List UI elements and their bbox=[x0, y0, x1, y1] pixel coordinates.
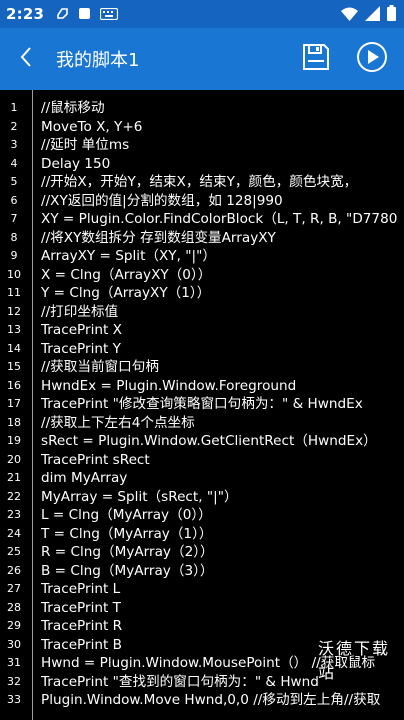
code-line[interactable]: dim MyArray bbox=[41, 469, 404, 488]
status-bar: 2:23 bbox=[0, 0, 404, 28]
line-number: 23 bbox=[7, 508, 21, 521]
code-text-area[interactable]: //鼠标移动 MoveTo X, Y+6//延时 单位ms Delay 150//开… bbox=[41, 99, 404, 710]
chevron-left-icon bbox=[19, 46, 33, 72]
line-number: 26 bbox=[7, 563, 21, 577]
line-number: 24 bbox=[7, 526, 21, 540]
code-line[interactable]: sRect = Plugin.Window.GetClientRect（Hwnd… bbox=[41, 432, 404, 451]
line-number: 17 bbox=[7, 397, 21, 410]
code-line[interactable]: MyArray = Split（sRect, "|"） bbox=[41, 488, 404, 507]
line-number: 14 bbox=[7, 341, 21, 355]
code-line[interactable]: R = Clng（MyArray（2）） bbox=[41, 543, 404, 562]
code-line[interactable]: //获取当前窗口句柄 bbox=[41, 358, 404, 377]
line-number: 6 bbox=[10, 193, 18, 207]
square-notification-icon bbox=[78, 5, 91, 24]
line-number: 32 bbox=[7, 674, 21, 688]
line-number: 31 bbox=[7, 656, 21, 669]
line-number: 20 bbox=[7, 452, 21, 466]
code-line[interactable]: TracePrint T bbox=[41, 599, 404, 618]
code-line[interactable]: T = Clng（MyArray（1）） bbox=[41, 525, 404, 544]
line-number: 21 bbox=[7, 471, 21, 484]
code-line[interactable]: Y = Clng（ArrayXY（1）） bbox=[41, 284, 404, 303]
code-line[interactable]: ArrayXY = Split（XY, "|"） bbox=[41, 247, 404, 266]
signal-icon bbox=[365, 5, 380, 25]
back-button[interactable] bbox=[2, 28, 50, 90]
line-number: 8 bbox=[10, 230, 18, 244]
line-number: 29 bbox=[7, 619, 21, 632]
line-number: 7 bbox=[10, 212, 18, 225]
code-line[interactable]: //将XY数组拆分 存到数组变量ArrayXY bbox=[41, 229, 404, 248]
line-number: 19 bbox=[7, 434, 21, 447]
line-number: 13 bbox=[7, 323, 21, 336]
code-line[interactable]: //XY返回的值|分割的数组，如 128|990 bbox=[41, 192, 404, 211]
code-editor[interactable]: 1 2 3 4 5 6 7 8 9 10 11 12 13 14 15 16 17 18 19 20 21 22 23 24 2… bbox=[0, 90, 404, 720]
line-number-gutter: 1 2 3 4 5 6 7 8 9 10 11 12 13 14 15 16 17 18 19 20 21 22 23 24 2… bbox=[0, 90, 33, 720]
code-line[interactable]: //鼠标移动 bbox=[41, 99, 404, 118]
code-line[interactable]: XY = Plugin.Color.FindColorBlock（L, T, R… bbox=[41, 210, 404, 229]
code-line[interactable]: //开始X，开始Y，结束X，结束Y，颜色，颜色块宽， bbox=[41, 173, 404, 192]
line-number: 27 bbox=[7, 582, 21, 595]
code-line[interactable]: L = Clng（MyArray（0）） bbox=[41, 506, 404, 525]
line-number: 33 bbox=[7, 693, 21, 706]
code-line[interactable]: Plugin.Window.Move Hwnd,0,0 //移动到左上角//获取 bbox=[41, 691, 404, 710]
battery-icon bbox=[387, 5, 396, 25]
line-number: 30 bbox=[7, 637, 21, 651]
code-line[interactable]: B = Clng（MyArray（3）） bbox=[41, 562, 404, 581]
code-line[interactable]: TracePrint X bbox=[41, 321, 404, 340]
code-line[interactable]: MoveTo X, Y+6 bbox=[41, 118, 404, 137]
code-line[interactable]: X = Clng（ArrayXY（0）） bbox=[41, 266, 404, 285]
code-line[interactable]: //获取上下左右4个点坐标 bbox=[41, 414, 404, 433]
line-number: 25 bbox=[7, 545, 21, 558]
line-number: 4 bbox=[10, 156, 18, 170]
code-line[interactable]: //打印坐标值 bbox=[41, 303, 404, 322]
code-line[interactable]: TracePrint sRect bbox=[41, 451, 404, 470]
play-icon bbox=[356, 41, 388, 77]
code-line[interactable]: TracePrint R bbox=[41, 617, 404, 636]
code-line[interactable]: TracePrint "修改查询策略窗口句柄为：" & HwndEx bbox=[41, 395, 404, 414]
floppy-disk-icon bbox=[302, 43, 330, 75]
line-number: 11 bbox=[7, 286, 21, 299]
wifi-icon bbox=[341, 6, 358, 25]
line-number: 5 bbox=[10, 175, 18, 188]
save-button[interactable] bbox=[298, 41, 334, 77]
code-line[interactable]: TracePrint L bbox=[41, 580, 404, 599]
page-title: 我的脚本1 bbox=[56, 50, 140, 71]
line-number: 12 bbox=[7, 304, 21, 318]
status-time: 2:23 bbox=[6, 5, 45, 23]
code-line[interactable]: Delay 150 bbox=[41, 155, 404, 174]
code-line[interactable]: HwndEx = Plugin.Window.Foreground bbox=[41, 377, 404, 396]
watermark: 沃德下载站 bbox=[318, 639, 391, 682]
line-number: 22 bbox=[7, 489, 21, 503]
line-number: 28 bbox=[7, 600, 21, 614]
line-number: 18 bbox=[7, 415, 21, 429]
line-number: 10 bbox=[7, 267, 21, 281]
keyboard-icon bbox=[100, 5, 119, 24]
run-button[interactable] bbox=[354, 41, 390, 77]
notification-shape-icon bbox=[56, 5, 69, 24]
line-number: 9 bbox=[10, 249, 18, 262]
code-line[interactable]: //延时 单位ms bbox=[41, 136, 404, 155]
line-number: 15 bbox=[7, 360, 21, 373]
line-number: 3 bbox=[10, 138, 18, 151]
code-line[interactable]: TracePrint Y bbox=[41, 340, 404, 359]
line-number: 2 bbox=[10, 119, 18, 133]
line-number: 1 bbox=[10, 101, 18, 114]
line-number: 16 bbox=[7, 378, 21, 392]
app-bar: 我的脚本1 bbox=[0, 28, 404, 90]
